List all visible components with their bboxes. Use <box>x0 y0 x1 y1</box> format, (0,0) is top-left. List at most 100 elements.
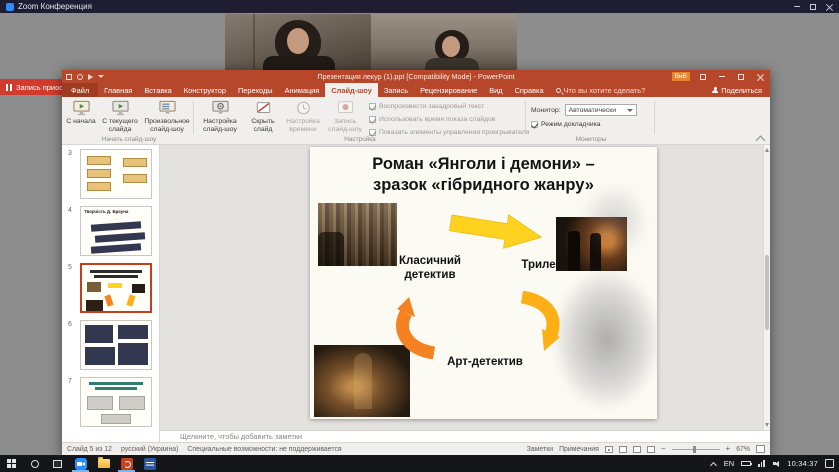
zoom-out-icon[interactable]: − <box>661 445 666 453</box>
restore-icon[interactable] <box>810 4 816 10</box>
tab-record[interactable]: Запись <box>378 83 414 97</box>
tab-view[interactable]: Вид <box>483 83 508 97</box>
library-photo[interactable] <box>318 203 397 266</box>
task-view-button[interactable] <box>46 455 69 472</box>
status-bar-right: Заметки Примечания − + 67% <box>527 445 765 453</box>
zoom-slider-knob[interactable] <box>693 446 696 453</box>
tab-insert[interactable]: Вставка <box>138 83 177 97</box>
scroll-down-icon[interactable] <box>765 423 769 427</box>
current-slide-canvas[interactable]: Роман «Янголи і демони» – зразок «гібрид… <box>310 147 657 419</box>
taskbar-word[interactable] <box>138 455 161 472</box>
slide-thumbnail-6[interactable]: 6 <box>62 317 160 374</box>
start-button[interactable] <box>0 455 23 472</box>
label-art-detective[interactable]: Арт-детектив <box>436 356 534 370</box>
collapse-ribbon-button[interactable] <box>757 135 764 140</box>
language-indicator[interactable]: EN <box>724 459 734 468</box>
zoom-camera-icon <box>75 458 87 470</box>
group-label-start: Начать слайд-шоу <box>66 136 192 143</box>
tab-animations[interactable]: Анимация <box>279 83 326 97</box>
zoom-percent[interactable]: 67% <box>736 446 750 453</box>
taskbar-file-explorer[interactable] <box>92 455 115 472</box>
monitor-play-icon <box>72 100 91 116</box>
windows-taskbar: EN 10:34:37 <box>0 455 839 472</box>
tab-file[interactable]: Файл <box>62 83 98 97</box>
ppt-close-button[interactable] <box>754 71 766 82</box>
slide-thumbnail-5-selected[interactable]: 5 <box>62 260 160 317</box>
accessibility-status[interactable]: Специальные возможности: не поддерживает… <box>187 446 341 453</box>
hidden-icons-chevron-icon[interactable] <box>711 461 717 467</box>
narration-checkbox-row[interactable]: Воспроизвести закадровый текст <box>369 103 484 110</box>
ppt-restore-button[interactable] <box>735 71 747 82</box>
presenter-view-checkbox-row[interactable]: Режим докладчика <box>531 121 601 128</box>
customize-qat-icon[interactable] <box>98 75 104 78</box>
speaker-icon[interactable] <box>773 460 780 467</box>
zoom-slider[interactable] <box>672 449 720 450</box>
notes-toggle[interactable]: Заметки <box>527 446 553 453</box>
tab-transitions[interactable]: Переходы <box>232 83 279 97</box>
search-button[interactable] <box>23 455 46 472</box>
from-beginning-button[interactable]: С начала <box>66 99 96 139</box>
clock[interactable]: 10:34:37 <box>787 459 818 468</box>
tab-design[interactable]: Конструктор <box>178 83 232 97</box>
taskbar-zoom-app[interactable] <box>69 455 92 472</box>
arrow-right-icon[interactable] <box>445 204 546 259</box>
close-icon[interactable] <box>826 3 833 10</box>
comments-toggle[interactable]: Примечания <box>559 446 599 453</box>
slide-thumbnail-3[interactable]: 3 <box>62 146 160 203</box>
zoom-in-icon[interactable]: + <box>726 445 731 453</box>
media-controls-checkbox-row[interactable]: Показать элементы управления проигрывате… <box>369 129 529 136</box>
setup-slideshow-button[interactable]: Настройка слайд-шоу <box>197 99 243 139</box>
slide-thumbnail-7[interactable]: 7 <box>62 374 160 431</box>
tab-review[interactable]: Рецензирование <box>414 83 483 97</box>
tab-home[interactable]: Главная <box>98 83 138 97</box>
arrow-curve-down-icon[interactable] <box>508 291 566 353</box>
normal-view-icon[interactable] <box>605 446 613 453</box>
timings-checkbox-row[interactable]: Использовать время показа слайдов <box>369 116 495 123</box>
slide-title[interactable]: Роман «Янголи і демони» – зразок «гібрид… <box>318 154 649 195</box>
arrow-curve-up-icon[interactable] <box>390 295 444 359</box>
save-icon[interactable] <box>66 74 72 80</box>
from-current-slide-button[interactable]: С текущего слайда <box>99 99 141 139</box>
notes-pane[interactable]: Щелкните, чтобы добавить заметки <box>160 430 770 442</box>
slide-thumbnail-4[interactable]: 4 Творчість Д. Брауна <box>62 203 160 260</box>
minimize-icon[interactable] <box>794 6 800 7</box>
zoom-window-title: Zoom Конференция <box>18 2 92 11</box>
taskbar-powerpoint[interactable] <box>115 455 138 472</box>
ppt-minimize-button[interactable] <box>716 71 728 82</box>
record-slideshow-button[interactable]: Запись слайд-шоу <box>325 99 365 139</box>
undo-icon[interactable] <box>77 74 83 80</box>
notification-center-icon[interactable] <box>825 459 834 468</box>
rehearse-timings-button[interactable]: Настройка времени <box>283 99 323 139</box>
scroll-up-icon[interactable] <box>765 148 769 152</box>
start-slideshow-icon[interactable] <box>88 74 93 80</box>
tab-help[interactable]: Справка <box>509 83 550 97</box>
group-separator <box>193 101 194 134</box>
slide-sorter-view-icon[interactable] <box>619 446 627 453</box>
ribbon-display-options-button[interactable] <box>697 71 709 82</box>
person-icon <box>712 87 718 93</box>
tell-me-search[interactable]: Что вы хотите сделать? <box>550 83 652 97</box>
vertical-scrollbar[interactable] <box>763 145 770 430</box>
thumbnail-preview <box>80 263 152 313</box>
participant-video-1[interactable] <box>225 14 371 75</box>
network-signal-icon[interactable] <box>758 460 766 467</box>
account-badge[interactable]: ВиВ <box>672 72 690 81</box>
reading-view-icon[interactable] <box>633 446 641 453</box>
battery-icon[interactable] <box>741 461 751 466</box>
label-classic-detective[interactable]: Класичний детектив <box>394 255 466 283</box>
tab-slideshow[interactable]: Слайд-шоу <box>325 83 378 97</box>
monitor-play-icon <box>111 100 130 116</box>
share-button[interactable]: Поделиться <box>704 83 770 97</box>
hide-slide-button[interactable]: Скрыть слайд <box>245 99 281 139</box>
participant-video-2[interactable] <box>371 14 517 75</box>
scrollbar-thumb[interactable] <box>765 255 769 330</box>
hide-slide-icon <box>254 100 273 116</box>
language-status[interactable]: русский (Украина) <box>121 446 178 453</box>
participant-1-face <box>287 28 309 54</box>
label-thriller[interactable]: Трилер <box>514 259 570 273</box>
monitor-dropdown[interactable]: Автоматически <box>565 104 637 116</box>
slide-number: 6 <box>68 321 72 328</box>
slideshow-view-icon[interactable] <box>647 446 655 453</box>
custom-slideshow-button[interactable]: Произвольное слайд-шоу <box>143 99 191 139</box>
fit-to-window-icon[interactable] <box>756 445 765 453</box>
